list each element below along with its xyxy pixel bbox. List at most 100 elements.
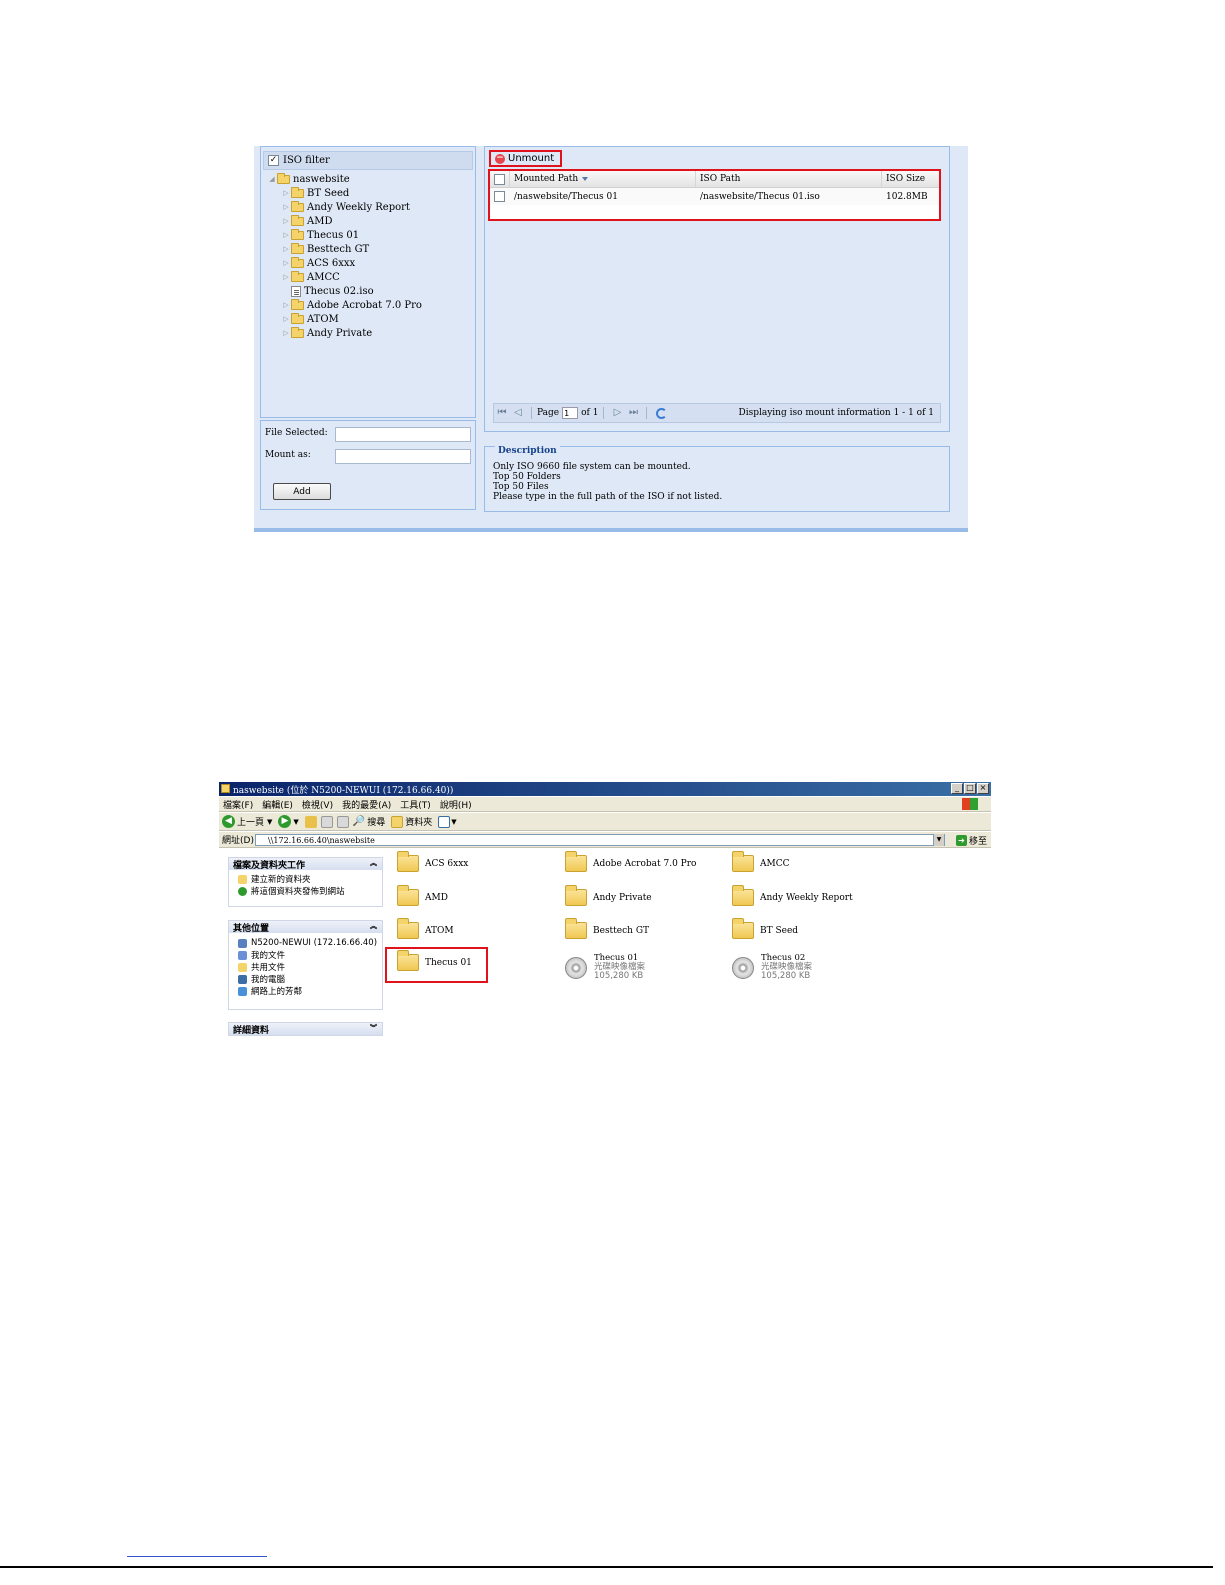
refresh-icon[interactable] bbox=[656, 407, 668, 419]
computer-icon bbox=[238, 974, 247, 984]
tree-node[interactable]: Thecus 02.iso bbox=[261, 284, 475, 298]
mount-as-input[interactable] bbox=[335, 449, 471, 464]
unmount-button[interactable]: − Unmount bbox=[489, 150, 563, 167]
back-button[interactable]: ◀ 上一頁 ▼ bbox=[222, 815, 272, 828]
mount-grid: Mounted Path ISO Path ISO Size /naswebsi… bbox=[488, 169, 941, 221]
window-titlebar[interactable]: naswebsite (位於 N5200-NEWUI (172.16.66.40… bbox=[219, 782, 991, 796]
description-text: Only ISO 9660 file system can be mounted… bbox=[493, 462, 722, 502]
details-header[interactable]: 詳細資料 ︾ bbox=[229, 1023, 382, 1036]
tree-node[interactable]: ▷ BT Seed bbox=[261, 186, 475, 200]
tree-node[interactable]: ▷ Adobe Acrobat 7.0 Pro bbox=[261, 298, 475, 312]
folder-item[interactable]: Andy Weekly Report bbox=[732, 885, 853, 906]
table-row[interactable]: /naswebsite/Thecus 01 /naswebsite/Thecus… bbox=[490, 188, 939, 205]
column-header-iso-path[interactable]: ISO Path bbox=[696, 171, 882, 187]
restore-button[interactable]: □ bbox=[964, 783, 976, 794]
place-my-documents[interactable]: 我的文件 bbox=[229, 949, 382, 961]
place-network-server[interactable]: N5200-NEWUI (172.16.66.40) bbox=[229, 937, 382, 949]
iso-file-item[interactable]: Thecus 02 光碟映像檔案 105,280 KB bbox=[732, 954, 812, 981]
expand-arrow-icon[interactable]: ▷ bbox=[281, 245, 291, 253]
dropdown-arrow-icon[interactable]: ▼ bbox=[267, 818, 272, 826]
address-input[interactable]: \\172.16.66.40\naswebsite ▼ bbox=[255, 834, 945, 846]
tree-node[interactable]: ▷ Andy Private bbox=[261, 326, 475, 340]
dropdown-arrow-icon[interactable]: ▼ bbox=[451, 818, 456, 826]
expand-arrow-icon[interactable]: ▷ bbox=[281, 259, 291, 267]
task-label: 建立新的資料夾 bbox=[251, 875, 311, 885]
up-folder-icon[interactable] bbox=[304, 815, 317, 828]
folder-item[interactable]: AMCC bbox=[732, 851, 790, 872]
move-to-icon[interactable] bbox=[320, 815, 333, 828]
tree-node[interactable]: ▷ Thecus 01 bbox=[261, 228, 475, 242]
other-places-header[interactable]: 其他位置 ︽ bbox=[229, 921, 382, 934]
folder-item[interactable]: ACS 6xxx bbox=[397, 851, 468, 872]
column-header-mounted-path[interactable]: Mounted Path bbox=[510, 171, 696, 187]
forward-button[interactable]: ▶ ▼ bbox=[278, 815, 299, 828]
folder-item[interactable]: Besttech GT bbox=[565, 918, 649, 939]
copy-to-icon[interactable] bbox=[336, 815, 349, 828]
close-button[interactable]: × bbox=[977, 783, 989, 794]
folder-item[interactable]: AMD bbox=[397, 885, 448, 906]
tree-node[interactable]: ▷ AMD bbox=[261, 214, 475, 228]
folder-tree-panel: ✓ ISO filter ◢ naswebsite ▷ BT Seed ▷ Andy … bbox=[260, 146, 476, 418]
select-all-checkbox[interactable] bbox=[494, 173, 505, 185]
dropdown-arrow-icon[interactable]: ▼ bbox=[293, 818, 298, 826]
row-checkbox[interactable] bbox=[494, 191, 505, 202]
expand-arrow-icon[interactable]: ▷ bbox=[281, 273, 291, 281]
publish-web-task[interactable]: 將這個資料夾發佈到網站 bbox=[229, 885, 382, 897]
file-selected-input[interactable] bbox=[335, 427, 471, 442]
new-folder-task[interactable]: 建立新的資料夾 bbox=[229, 873, 382, 885]
tree-node[interactable]: ▷ ATOM bbox=[261, 312, 475, 326]
place-my-computer[interactable]: 我的電腦 bbox=[229, 973, 382, 985]
collapse-icon[interactable]: ︽ bbox=[370, 921, 377, 931]
add-button[interactable]: Add bbox=[273, 483, 331, 500]
menu-file[interactable]: 檔案(F) bbox=[223, 798, 253, 811]
menu-view[interactable]: 檢視(V) bbox=[302, 798, 333, 811]
menu-tools[interactable]: 工具(T) bbox=[400, 798, 431, 811]
menu-help[interactable]: 說明(H) bbox=[440, 798, 472, 811]
views-button[interactable]: ▼ bbox=[438, 815, 457, 828]
address-dropdown-icon[interactable]: ▼ bbox=[933, 834, 944, 846]
menu-edit[interactable]: 編輯(E) bbox=[262, 798, 293, 811]
expand-arrow-icon[interactable]: ▷ bbox=[281, 301, 291, 309]
next-page-icon[interactable]: ▷ bbox=[612, 408, 622, 418]
go-button[interactable]: ➔ 移至 bbox=[955, 834, 987, 847]
iso-filter-row[interactable]: ✓ ISO filter bbox=[263, 151, 473, 170]
search-button[interactable]: 🔎 搜尋 bbox=[353, 815, 385, 828]
folder-item[interactable]: Adobe Acrobat 7.0 Pro bbox=[565, 851, 696, 872]
tree-node[interactable]: ▷ ACS 6xxx bbox=[261, 256, 475, 270]
file-tasks-header[interactable]: 檔案及資料夾工作 ︽ bbox=[229, 858, 382, 871]
folder-item[interactable]: BT Seed bbox=[732, 918, 798, 939]
expand-arrow-icon[interactable]: ▷ bbox=[281, 189, 291, 197]
place-shared-documents[interactable]: 共用文件 bbox=[229, 961, 382, 973]
folder-item[interactable]: Andy Private bbox=[565, 885, 652, 906]
place-network-places[interactable]: 網路上的芳鄰 bbox=[229, 985, 382, 997]
last-page-icon[interactable]: ⏭ bbox=[628, 408, 638, 418]
folders-button[interactable]: 資料夾 bbox=[391, 815, 432, 828]
folder-icon bbox=[565, 885, 587, 906]
first-page-icon[interactable]: ⏮ bbox=[497, 408, 507, 418]
iso-file-item[interactable]: Thecus 01 光碟映像檔案 105,280 KB bbox=[565, 954, 645, 981]
search-label: 搜尋 bbox=[367, 818, 386, 828]
place-label: 我的電腦 bbox=[251, 975, 286, 985]
expand-arrow-icon[interactable]: ▷ bbox=[281, 217, 291, 225]
collapse-arrow-icon[interactable]: ◢ bbox=[267, 175, 277, 183]
page-number-input[interactable] bbox=[562, 407, 579, 419]
menu-favorites[interactable]: 我的最愛(A) bbox=[342, 798, 391, 811]
folder-item[interactable]: ATOM bbox=[397, 918, 454, 939]
row-select-cell[interactable] bbox=[490, 188, 510, 205]
prev-page-icon[interactable]: ◁ bbox=[513, 408, 523, 418]
expand-arrow-icon[interactable]: ▷ bbox=[281, 231, 291, 239]
expand-arrow-icon[interactable]: ▷ bbox=[281, 315, 291, 323]
column-header-iso-size[interactable]: ISO Size bbox=[882, 171, 939, 187]
tree-root-node[interactable]: ◢ naswebsite bbox=[261, 172, 475, 186]
minimize-button[interactable]: _ bbox=[951, 783, 963, 794]
tree-node[interactable]: ▷ AMCC bbox=[261, 270, 475, 284]
collapse-icon[interactable]: ︽ bbox=[370, 858, 377, 868]
expand-arrow-icon[interactable]: ▷ bbox=[281, 203, 291, 211]
tree-node[interactable]: ▷ Besttech GT bbox=[261, 242, 475, 256]
select-all-cell[interactable] bbox=[490, 171, 510, 187]
expand-arrow-icon[interactable]: ▷ bbox=[281, 329, 291, 337]
tree-node[interactable]: ▷ Andy Weekly Report bbox=[261, 200, 475, 214]
iso-mount-screen: ✓ ISO filter ◢ naswebsite ▷ BT Seed ▷ Andy … bbox=[254, 146, 968, 532]
expand-icon[interactable]: ︾ bbox=[370, 1023, 377, 1033]
iso-filter-checkbox[interactable]: ✓ bbox=[268, 155, 279, 166]
